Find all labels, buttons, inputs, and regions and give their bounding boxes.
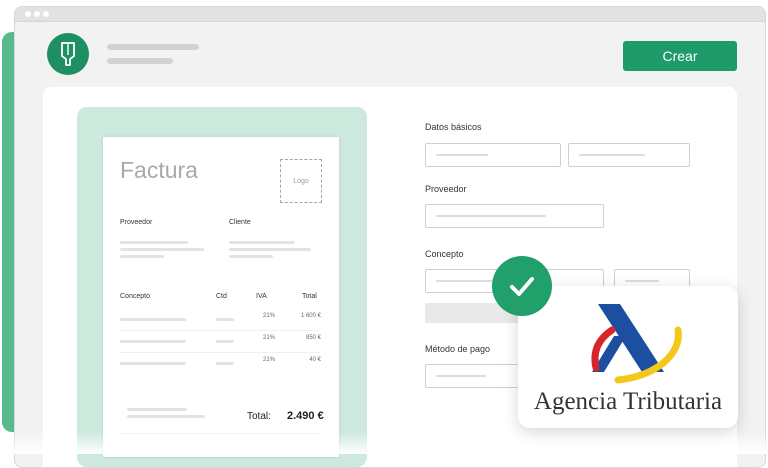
checkmark-icon [492, 256, 552, 316]
column-header: Ctd [216, 293, 227, 300]
payment-method-label: Método de pago [425, 344, 491, 354]
window-dot [43, 11, 49, 17]
row-total: 850 € [305, 335, 321, 341]
row-total: 1 600 € [300, 313, 321, 319]
invoice-total-label: Total: [247, 411, 271, 422]
text-placeholder [229, 255, 273, 258]
bottom-fade [0, 432, 768, 454]
row-total: 40 € [309, 357, 321, 363]
invoice-client-label: Cliente [229, 219, 251, 226]
column-header: IVA [256, 293, 267, 300]
row-iva: 21% [262, 335, 275, 341]
basic-data-label: Datos básicos [425, 122, 482, 132]
agency-name: Agencia Tributaria [533, 388, 723, 415]
text-placeholder [120, 241, 188, 244]
payment-method-field[interactable] [425, 364, 523, 388]
text-placeholder [120, 340, 186, 343]
invoice-document: Factura Logo Proveedor Cliente Concepto … [103, 137, 339, 457]
window-dot [25, 11, 31, 17]
text-placeholder [216, 318, 234, 321]
agency-badge: Agencia Tributaria [518, 286, 738, 428]
text-placeholder [120, 248, 204, 251]
text-placeholder [120, 362, 186, 365]
window-dot [34, 11, 40, 17]
app-logo-icon [47, 33, 89, 75]
text-placeholder [120, 255, 164, 258]
concept-label: Concepto [425, 249, 464, 259]
logo-placeholder: Logo [280, 159, 322, 203]
column-header: Concepto [120, 293, 150, 300]
row-iva: 21% [262, 357, 275, 363]
create-button[interactable]: Crear [623, 41, 737, 71]
row-iva: 21% [262, 313, 275, 319]
text-placeholder [229, 248, 311, 251]
text-placeholder [229, 241, 295, 244]
basic-data-field-2[interactable] [568, 143, 690, 167]
row-divider [120, 330, 320, 331]
header-title-placeholder [107, 44, 199, 50]
invoice-total-value: 2.490 € [287, 410, 324, 422]
supplier-label: Proveedor [425, 184, 467, 194]
text-placeholder [127, 408, 187, 411]
row-divider [120, 352, 320, 353]
text-placeholder [216, 340, 234, 343]
text-placeholder [127, 415, 205, 418]
window-titlebar [15, 7, 765, 22]
basic-data-field-1[interactable] [425, 143, 561, 167]
agency-tributaria-logo-icon [591, 304, 682, 384]
column-header: Total [302, 293, 317, 300]
invoice-title: Factura [120, 157, 198, 183]
text-placeholder [120, 318, 186, 321]
supplier-field[interactable] [425, 204, 604, 228]
header-subtitle-placeholder [107, 58, 173, 64]
invoice-supplier-label: Proveedor [120, 219, 153, 226]
text-placeholder [216, 362, 234, 365]
